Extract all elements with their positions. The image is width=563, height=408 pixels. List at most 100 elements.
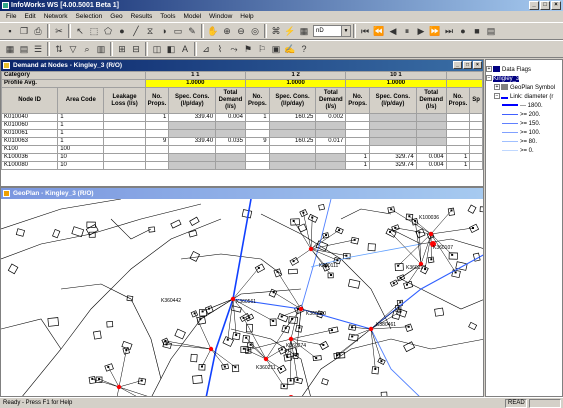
col-header[interactable]: Total Demand (l/s) <box>315 87 347 114</box>
meter-node[interactable] <box>390 208 393 211</box>
meter-node[interactable] <box>472 226 475 229</box>
meter-node[interactable] <box>405 283 408 286</box>
zoom-full-icon[interactable]: ◎ <box>248 24 262 38</box>
table-cell[interactable] <box>469 145 483 154</box>
table-cell[interactable] <box>168 153 217 162</box>
demand-node[interactable] <box>230 296 236 302</box>
table-row[interactable]: K010060 1 <box>1 121 483 130</box>
annotate-icon[interactable]: ✍ <box>283 42 297 56</box>
meter-node[interactable] <box>276 270 279 273</box>
demand-node[interactable] <box>308 246 314 252</box>
step-forward-icon[interactable]: ⏩ <box>428 24 442 38</box>
meter-node[interactable] <box>280 348 283 351</box>
table-cell[interactable] <box>168 129 217 138</box>
meter-node[interactable] <box>302 211 305 214</box>
table-cell[interactable] <box>244 161 270 170</box>
demand-node[interactable] <box>428 231 434 237</box>
table-cell[interactable]: 100 <box>57 145 105 154</box>
table-cell[interactable]: 339.40 <box>168 113 217 122</box>
print-icon[interactable]: ⎙ <box>31 24 45 38</box>
table-cell[interactable] <box>315 129 347 138</box>
table-cell[interactable]: 0.004 <box>415 153 447 162</box>
demand-node[interactable] <box>208 346 214 352</box>
table-cell[interactable]: K010063 <box>1 137 59 146</box>
meter-node[interactable] <box>247 348 250 351</box>
meter-node[interactable] <box>374 367 377 370</box>
table-cell[interactable]: 1 <box>57 121 105 130</box>
meter-node[interactable] <box>98 377 101 380</box>
meter-node[interactable] <box>394 226 397 229</box>
table-cell[interactable] <box>168 121 217 130</box>
menu-network[interactable]: Network <box>40 11 72 22</box>
window-close-button[interactable]: × <box>473 61 482 69</box>
table-cell[interactable] <box>415 121 447 130</box>
table-cell[interactable] <box>445 145 471 154</box>
table-cell[interactable] <box>244 153 270 162</box>
table-cell[interactable]: 1 <box>445 161 471 170</box>
save-icon[interactable]: ▪ <box>3 24 17 38</box>
table-cell[interactable] <box>103 153 146 162</box>
table-cell[interactable]: 0.017 <box>315 137 347 146</box>
meter-node[interactable] <box>353 238 356 241</box>
table-row[interactable]: K010061 1 <box>1 129 483 138</box>
table-cell[interactable] <box>345 137 370 146</box>
table-cell[interactable] <box>144 145 170 154</box>
table-cell[interactable]: 0.004 <box>415 161 447 170</box>
table-cell[interactable] <box>368 121 417 130</box>
meter-node[interactable] <box>408 215 411 218</box>
table-row[interactable]: K010040 1 1 339.40 0.004 1 160.25 0.002 <box>1 113 483 122</box>
tree-item-symbol[interactable]: + GeoPlan Symbol <box>486 84 562 93</box>
properties-icon[interactable]: ☰ <box>31 42 45 56</box>
table-cell[interactable] <box>103 129 146 138</box>
close-button[interactable]: × <box>551 1 561 10</box>
meter-node[interactable] <box>284 327 287 330</box>
meter-node[interactable] <box>325 234 328 237</box>
meter-node[interactable] <box>280 367 283 370</box>
tree-item-data-flags[interactable]: + Data Flags <box>486 66 562 75</box>
col-header[interactable]: Total Demand (l/s) <box>215 87 246 114</box>
bookmark-icon[interactable]: ⚐ <box>255 42 269 56</box>
meter-node[interactable] <box>257 266 260 269</box>
meter-node[interactable] <box>201 310 204 313</box>
meter-node[interactable] <box>311 216 314 219</box>
columns-icon[interactable]: ▥ <box>94 42 108 56</box>
demand-node[interactable] <box>116 384 122 390</box>
edit-icon[interactable]: ✎ <box>185 24 199 38</box>
tree-item-network[interactable]: − Kingley_3 <box>486 75 562 84</box>
table-cell[interactable] <box>415 113 447 122</box>
table-row[interactable]: K100036 10 1 329.74 0.004 1 <box>1 153 483 162</box>
meter-node[interactable] <box>223 365 226 368</box>
col-header[interactable]: Total Demand (l/s) <box>415 87 447 114</box>
meter-node[interactable] <box>338 353 341 356</box>
table-cell[interactable]: 1 <box>57 137 105 146</box>
table-cell[interactable] <box>445 137 471 146</box>
col-header[interactable]: Spec. Cons. (l/p/day) <box>268 87 317 114</box>
network-map[interactable]: K360111 K100036 K360000 K360442 K360211 K3602… <box>1 199 484 397</box>
col-header[interactable]: No. Props. <box>445 87 471 114</box>
table-cell[interactable] <box>144 153 170 162</box>
table-cell[interactable] <box>469 153 483 162</box>
record-icon[interactable]: ● <box>456 24 470 38</box>
demand-node[interactable] <box>288 336 294 342</box>
meter-node[interactable] <box>91 377 94 380</box>
select-icon[interactable]: ↖ <box>73 24 87 38</box>
delete-row-icon[interactable]: ⊟ <box>129 42 143 56</box>
meter-node[interactable] <box>315 357 318 360</box>
meter-node[interactable] <box>397 264 400 267</box>
table-cell[interactable]: 1 <box>345 153 370 162</box>
meter-node[interactable] <box>298 326 301 329</box>
table-cell[interactable] <box>315 153 347 162</box>
table-cell[interactable] <box>268 129 317 138</box>
table-cell[interactable] <box>144 161 170 170</box>
table-cell[interactable] <box>469 137 483 146</box>
meter-node[interactable] <box>296 378 299 381</box>
meter-node[interactable] <box>322 343 325 346</box>
meter-node[interactable] <box>193 312 196 315</box>
meter-node[interactable] <box>380 360 383 363</box>
table-cell[interactable] <box>315 121 347 130</box>
table-cell[interactable] <box>345 113 370 122</box>
results-combo[interactable]: nD ▼ <box>313 25 351 37</box>
demand-node[interactable] <box>263 356 269 362</box>
table-cell[interactable] <box>244 121 270 130</box>
meter-node[interactable] <box>280 315 283 318</box>
